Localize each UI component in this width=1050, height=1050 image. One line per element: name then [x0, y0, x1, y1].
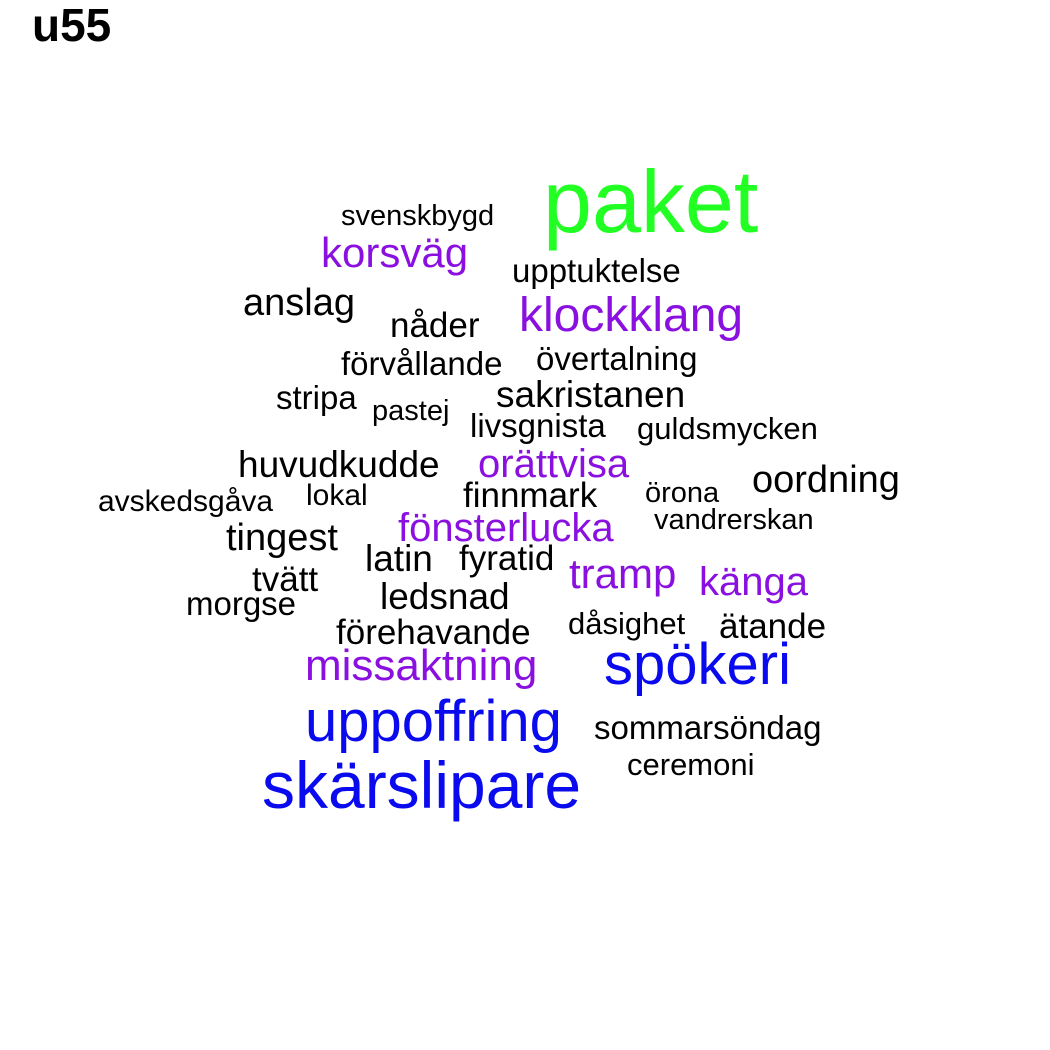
word-40: skärslipare	[262, 748, 582, 822]
word-31: ledsnad	[380, 576, 510, 617]
word-9: övertalning	[536, 340, 698, 377]
word-10: stripa	[276, 379, 357, 416]
word-19: lokal	[306, 479, 368, 512]
word-12: pastej	[372, 395, 450, 427]
word-2: svenskbygd	[341, 200, 495, 232]
word-29: känga	[699, 560, 808, 604]
word-1: paket	[543, 152, 759, 251]
word-25: latin	[365, 538, 433, 579]
word-8: förvållande	[341, 345, 503, 382]
word-37: uppoffring	[305, 689, 562, 754]
word-15: huvudkudde	[238, 444, 440, 485]
word-7: klockklang	[519, 289, 744, 342]
word-28: tramp	[569, 550, 677, 597]
word-36: spökeri	[604, 632, 791, 697]
word-4: upptuktelse	[512, 252, 681, 289]
word-23: vandrerskan	[654, 504, 814, 536]
word-26: fyratid	[459, 539, 555, 578]
word-5: anslag	[243, 282, 355, 324]
word-24: tingest	[226, 517, 338, 559]
word-14: guldsmycken	[637, 411, 818, 446]
word-6: nåder	[390, 306, 480, 345]
word-13: livsgnista	[470, 407, 606, 444]
word-39: ceremoni	[627, 747, 755, 782]
word-cloud: paket svenskbygd korsväg upptuktelse anslag n…	[0, 0, 1050, 1050]
word-35: missaktning	[305, 641, 538, 690]
word-30: morgse	[186, 585, 297, 622]
word-17: oordning	[752, 459, 900, 501]
word-3: korsväg	[321, 229, 469, 276]
word-38: sommarsöndag	[594, 709, 822, 746]
word-18: avskedsgåva	[98, 485, 274, 518]
